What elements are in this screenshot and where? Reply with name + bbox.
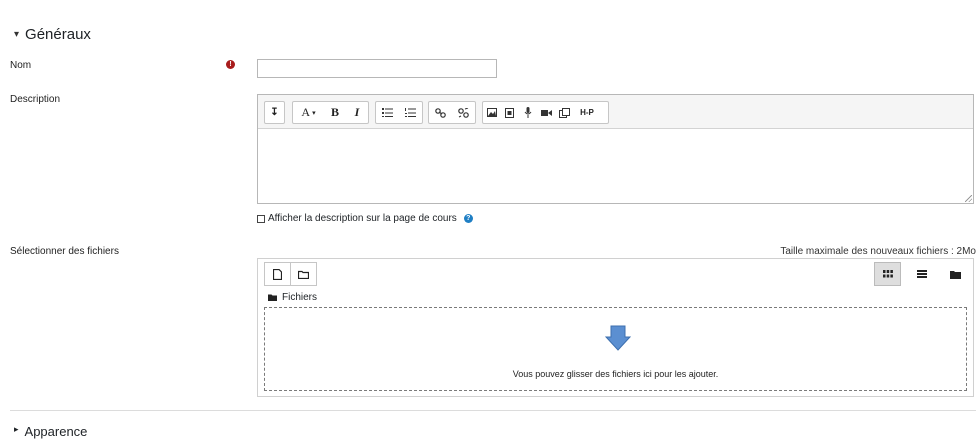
files-label: Sélectionner des fichiers (10, 246, 119, 257)
manage-files-button[interactable] (555, 102, 573, 123)
font-size-button[interactable]: A ▾ (293, 102, 324, 123)
unordered-list-icon (382, 108, 393, 117)
view-list-button[interactable] (908, 262, 935, 286)
view-list-icon (916, 270, 927, 278)
create-folder-button[interactable] (290, 262, 317, 286)
collapse-caret-icon[interactable]: ▾ (14, 29, 19, 40)
add-file-icon (273, 268, 282, 280)
chevron-down-icon: ▾ (312, 109, 316, 117)
insert-image-button[interactable] (483, 102, 501, 123)
file-picker: Fichiers Vous pouvez glisser des fichier… (257, 258, 974, 397)
nom-label: Nom (10, 60, 32, 71)
show-description-checkbox[interactable] (257, 214, 265, 223)
collapse-toolbar-button[interactable]: ↧ (265, 102, 284, 123)
description-label: Description (10, 94, 61, 105)
ordered-list-button[interactable] (399, 102, 422, 123)
unordered-list-button[interactable] (376, 102, 399, 123)
unlink-icon (458, 107, 469, 118)
file-dropzone[interactable]: Vous pouvez glisser des fichiers ici pou… (264, 307, 967, 391)
description-editor: ↧ A ▾ B I H-P (257, 94, 974, 204)
section-general-header[interactable]: ▾ Généraux (14, 26, 91, 43)
view-icons-button[interactable] (874, 262, 901, 286)
description-textarea[interactable] (258, 129, 973, 203)
max-file-size-text: Taille maximale des nouveaux fichiers : … (780, 246, 976, 257)
add-file-button[interactable] (264, 262, 291, 286)
record-audio-button[interactable] (519, 102, 537, 123)
section-title: Généraux (25, 26, 91, 43)
manage-files-icon (558, 107, 570, 118)
help-icon[interactable]: ? (463, 214, 473, 223)
create-folder-icon (298, 270, 309, 279)
font-icon: A (301, 105, 311, 119)
show-description-label: Afficher la description sur la page de c… (268, 213, 457, 224)
drop-message: Vous pouvez glisser des fichiers ici pou… (512, 369, 719, 379)
view-icons-icon (882, 270, 893, 278)
resize-handle[interactable] (965, 195, 972, 202)
unlink-button[interactable] (452, 102, 475, 123)
h5p-button[interactable]: H-P (573, 102, 601, 123)
record-video-icon (540, 109, 552, 116)
view-tree-icon (950, 270, 961, 279)
view-tree-button[interactable] (942, 262, 969, 286)
bold-button[interactable]: B (324, 102, 346, 123)
editor-toolbar: ↧ A ▾ B I H-P (258, 95, 973, 129)
nom-input[interactable] (257, 59, 497, 78)
italic-button[interactable]: I (346, 102, 368, 123)
record-video-button[interactable] (537, 102, 555, 123)
ordered-list-icon (405, 108, 416, 117)
drop-arrow-icon (605, 325, 631, 351)
folder-icon (268, 294, 277, 301)
insert-media-button[interactable] (501, 102, 519, 123)
breadcrumb[interactable]: Fichiers (268, 292, 317, 303)
required-icon: ! (226, 60, 235, 69)
section-divider (10, 410, 976, 411)
show-description-row: Afficher la description sur la page de c… (257, 213, 473, 224)
media-icon (505, 107, 514, 118)
breadcrumb-root[interactable]: Fichiers (282, 292, 317, 303)
image-icon (487, 108, 497, 117)
record-audio-icon (524, 107, 532, 118)
link-button[interactable] (429, 102, 452, 123)
link-icon (435, 107, 446, 118)
